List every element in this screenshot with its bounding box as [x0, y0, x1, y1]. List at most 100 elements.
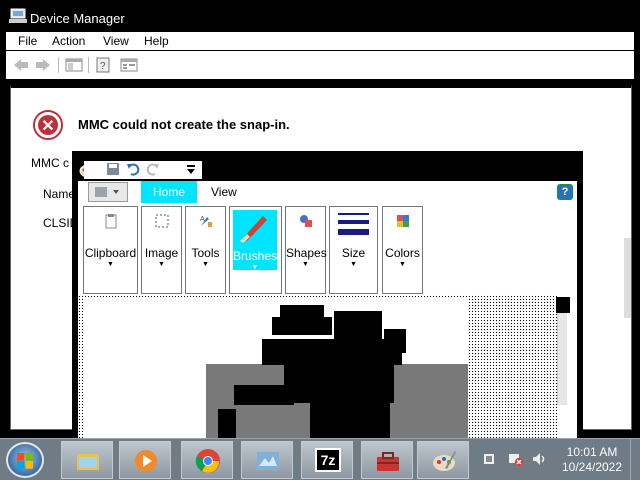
image-group[interactable]: Image ▼ — [141, 206, 182, 294]
menu-file[interactable]: File — [18, 34, 37, 48]
brushes-group[interactable]: Brushes ▼ — [229, 206, 282, 294]
image-select-icon — [155, 214, 168, 228]
show-desktop-button[interactable] — [630, 439, 640, 480]
menu-action[interactable]: Action — [52, 34, 85, 48]
size-group[interactable]: Size ▼ — [329, 206, 378, 294]
network-icon — [257, 452, 279, 470]
canvas-image-fragment — [234, 385, 294, 405]
taskbar-app-paint[interactable] — [417, 441, 469, 479]
canvas-image-fragment — [262, 339, 402, 365]
error-detail-text: MMC c — [31, 156, 69, 170]
chevron-down-icon: ▼ — [202, 261, 209, 268]
brushes-selected-highlight: Brushes ▼ — [233, 210, 278, 271]
ribbon-home: Clipboard ▼ Image ▼ A Tools ▼ Brushes ▼ … — [78, 203, 577, 295]
clipboard-icon — [105, 214, 116, 229]
menu-help[interactable]: Help — [144, 34, 169, 48]
size-label: Size — [341, 246, 366, 260]
shapes-label: Shapes — [286, 246, 327, 260]
windows-logo-icon — [17, 453, 33, 469]
quick-access-toolbar — [84, 161, 202, 179]
colors-group[interactable]: Colors ▼ — [382, 206, 423, 294]
notification-area — [477, 447, 557, 473]
save-icon[interactable] — [106, 162, 120, 176]
clipboard-label: Clipboard — [84, 246, 137, 260]
shapes-icon — [299, 215, 312, 227]
taskbar-app-network[interactable] — [241, 441, 293, 479]
shapes-group[interactable]: Shapes ▼ — [285, 206, 327, 294]
paint-menu-button[interactable] — [88, 182, 128, 202]
action-center-flag-icon[interactable] — [482, 451, 498, 467]
canvas-image-fragment — [334, 311, 382, 341]
show-hide-console-tree-icon[interactable] — [65, 57, 83, 73]
back-arrow-icon[interactable] — [12, 57, 30, 73]
chevron-down-icon: ▼ — [251, 264, 259, 271]
network-status-icon[interactable] — [508, 451, 524, 467]
toolbox-icon — [377, 452, 399, 471]
menu-dropdown-icon — [95, 187, 119, 197]
title-bar[interactable]: Device Manager — [0, 0, 640, 32]
svg-text:A: A — [200, 216, 205, 223]
paint-window: Home View ? Clipboard ▼ Image ▼ A Tools … — [72, 151, 583, 451]
customize-qat-dropdown-icon[interactable] — [184, 162, 198, 176]
toolbar: ? — [6, 51, 634, 79]
chevron-down-icon: ▼ — [158, 261, 165, 268]
device-manager-icon — [9, 8, 27, 23]
colors-label: Colors — [385, 246, 420, 260]
7zip-icon: 7z — [315, 448, 341, 472]
taskbar-app-chrome[interactable] — [181, 441, 233, 479]
toolbar-divider — [58, 57, 59, 73]
svg-text:?: ? — [100, 61, 106, 72]
canvas-vertical-scrollbar[interactable] — [556, 297, 570, 405]
scrollbar[interactable] — [624, 238, 631, 318]
forward-arrow-icon[interactable] — [34, 57, 52, 73]
tools-label: Tools — [191, 246, 220, 260]
error-message: MMC could not create the snap-in. — [78, 117, 290, 132]
clock-date: 10/24/2022 — [561, 460, 623, 474]
drawing-canvas[interactable] — [84, 299, 468, 451]
brushes-label: Brushes — [233, 249, 278, 263]
tools-group[interactable]: A Tools ▼ — [185, 206, 226, 294]
ribbon-tabs: Home View ? — [78, 181, 577, 203]
help-book-icon[interactable]: ? — [94, 57, 112, 73]
canvas-image-fragment — [272, 317, 332, 335]
chevron-down-icon: ▼ — [107, 261, 114, 268]
menu-bar: File Action View Help — [6, 32, 634, 50]
volume-icon[interactable] — [531, 451, 547, 467]
error-name-label: Name — [43, 187, 76, 201]
window-title: Device Manager — [30, 11, 125, 26]
clipboard-group[interactable]: Clipboard ▼ — [83, 206, 138, 294]
explorer-icon — [77, 454, 99, 470]
colors-icon — [396, 215, 409, 227]
desktop-screen: Device Manager File Action View Help ? ✕… — [0, 0, 640, 480]
taskbar-app-toolbox[interactable] — [361, 441, 413, 479]
size-icon — [338, 213, 369, 235]
tab-home[interactable]: Home — [141, 181, 197, 203]
error-icon: ✕ — [33, 110, 63, 140]
clock-time: 10:01 AM — [566, 445, 618, 459]
canvas-area — [78, 295, 577, 451]
toolbar-divider — [88, 57, 89, 73]
redo-icon[interactable] — [146, 162, 160, 176]
tools-icon: A — [200, 216, 212, 227]
properties-icon[interactable] — [120, 57, 138, 73]
chrome-icon — [195, 449, 220, 473]
chevron-down-icon: ▼ — [350, 261, 357, 268]
taskbar-app-media-player[interactable] — [119, 441, 171, 479]
tab-view[interactable]: View — [211, 185, 237, 199]
help-icon[interactable]: ? — [557, 184, 573, 200]
canvas-image-fragment — [384, 329, 406, 353]
menu-view[interactable]: View — [103, 34, 129, 48]
taskbar-app-explorer[interactable] — [61, 441, 113, 479]
taskbar-app-7zip[interactable]: 7z — [301, 441, 353, 479]
chevron-down-icon: ▼ — [302, 261, 309, 268]
media-player-icon — [135, 450, 157, 472]
canvas-image-fragment — [284, 363, 394, 403]
undo-icon[interactable] — [126, 162, 140, 176]
scrollbar-thumb[interactable] — [556, 297, 570, 313]
taskbar: 7z 10:01 AM 10/24/2022 — [0, 438, 640, 480]
brushes-icon — [240, 216, 267, 243]
chevron-down-icon: ▼ — [399, 261, 406, 268]
start-button[interactable] — [6, 442, 44, 478]
image-label: Image — [144, 246, 179, 260]
system-clock[interactable]: 10:01 AM 10/24/2022 — [557, 445, 627, 475]
